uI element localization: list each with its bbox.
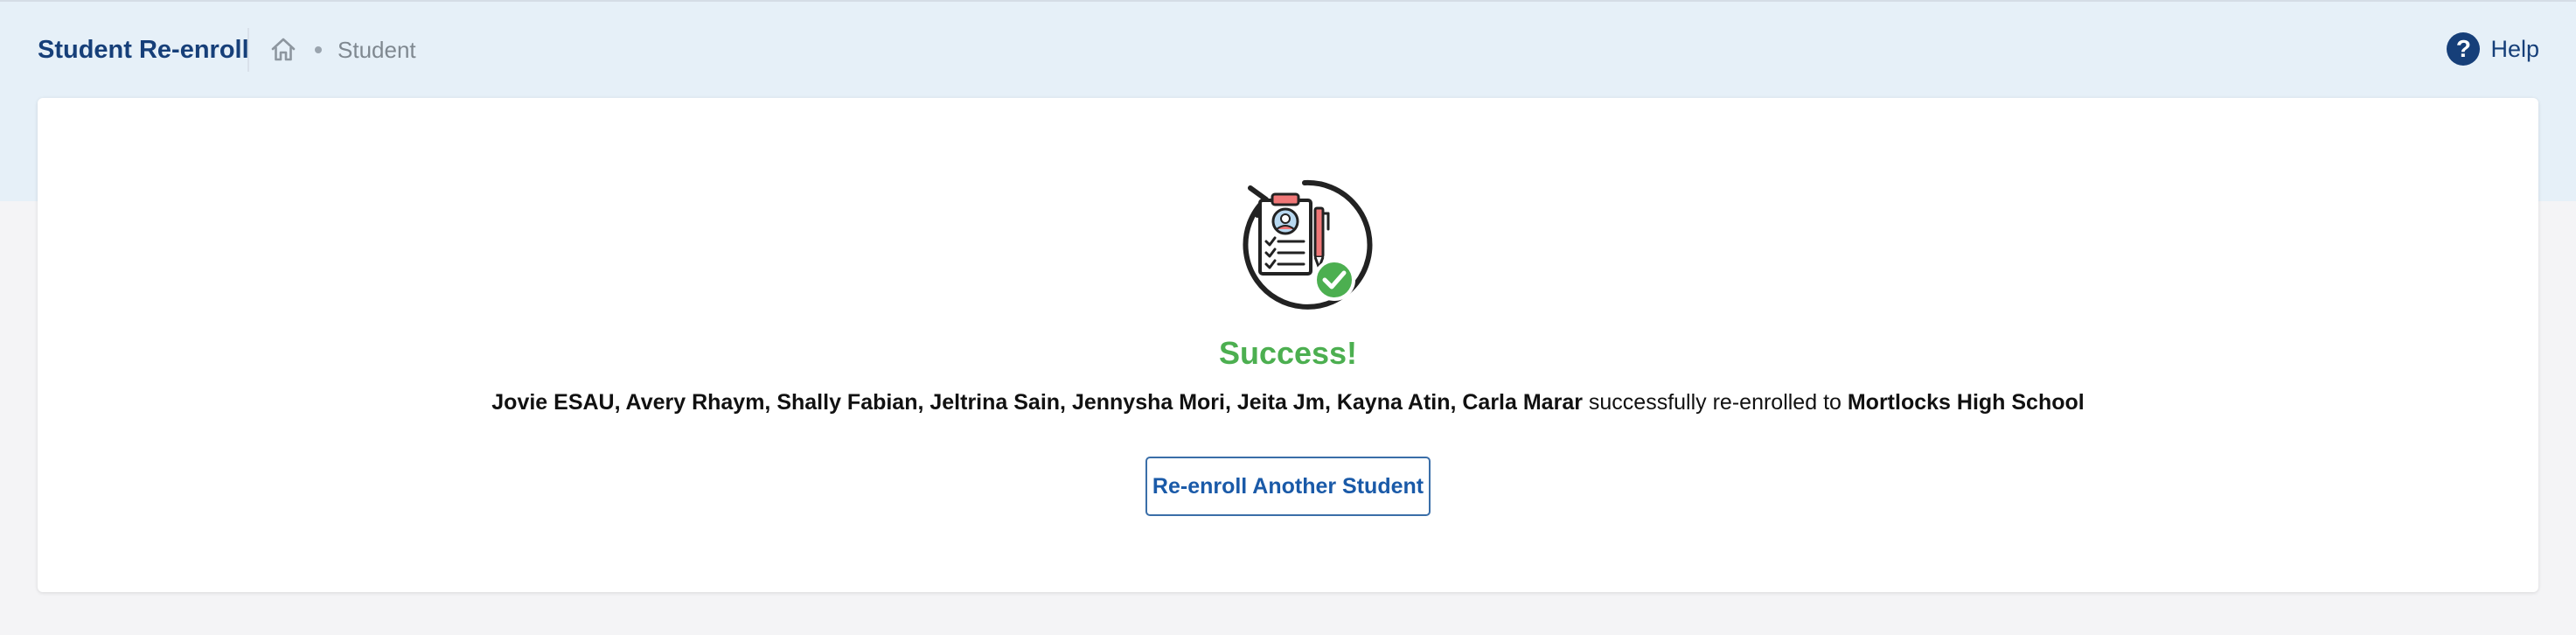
student-names: Jovie ESAU, Avery Rhaym, Shally Fabian, …	[491, 390, 1583, 415]
success-message: Jovie ESAU, Avery Rhaym, Shally Fabian, …	[38, 387, 2538, 418]
breadcrumb-current: Student	[338, 37, 416, 63]
reenroll-another-student-button[interactable]: Re-enroll Another Student	[1145, 457, 1431, 516]
breadcrumb-separator	[315, 46, 322, 53]
help-link[interactable]: ? Help	[2447, 31, 2539, 66]
success-title: Success!	[1218, 335, 1358, 371]
success-card: Success! Jovie ESAU, Avery Rhaym, Shally…	[38, 98, 2538, 592]
breadcrumb: Student	[269, 32, 416, 67]
reenroll-document-success-icon	[1243, 179, 1373, 310]
school-name: Mortlocks High School	[1847, 390, 2085, 415]
home-icon[interactable]	[269, 36, 297, 64]
top-bar: Student Re-enroll Student ? Help	[0, 0, 2576, 98]
app-title: Student Re-enroll	[38, 36, 249, 64]
title-divider	[247, 28, 249, 72]
help-label: Help	[2490, 35, 2539, 62]
message-text: successfully re-enrolled to	[1582, 390, 1848, 415]
question-circle-icon: ?	[2447, 32, 2481, 66]
